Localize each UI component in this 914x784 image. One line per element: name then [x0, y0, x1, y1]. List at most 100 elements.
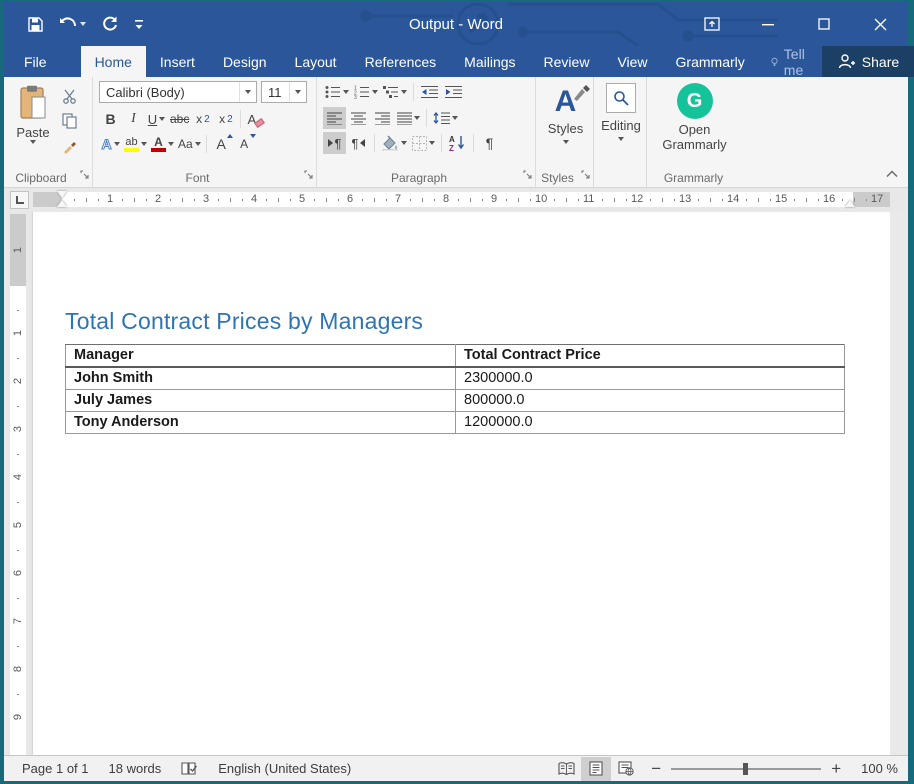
web-layout-button[interactable] [611, 757, 641, 781]
sort-button[interactable]: A Z [446, 132, 469, 154]
price-cell[interactable]: 2300000.0 [456, 367, 845, 390]
font-dialog-launcher[interactable] [304, 166, 313, 184]
font-name-dropdown-caret[interactable] [239, 82, 256, 102]
document-heading[interactable]: Total Contract Prices by Managers [65, 308, 858, 335]
font-color-dropdown-caret[interactable] [168, 142, 174, 146]
zoom-out-button[interactable]: − [651, 760, 661, 777]
styles-dialog-launcher[interactable] [581, 166, 590, 184]
change-case-button[interactable]: Aa [176, 133, 203, 155]
read-mode-button[interactable] [551, 757, 581, 781]
word-count[interactable]: 18 words [99, 761, 172, 776]
bold-button[interactable]: B [99, 108, 122, 130]
subscript-button[interactable]: x2 [191, 108, 214, 130]
table-row[interactable]: Tony Anderson 1200000.0 [66, 412, 845, 434]
open-grammarly-button[interactable]: G Open Grammarly [653, 81, 736, 167]
manager-cell[interactable]: Tony Anderson [66, 412, 456, 434]
hanging-indent-marker[interactable] [57, 200, 67, 207]
rtl-text-direction-button[interactable]: ¶ [347, 132, 370, 154]
share-button[interactable]: Share [822, 46, 914, 77]
cut-button[interactable] [58, 85, 81, 107]
minimize-button[interactable] [740, 2, 796, 46]
collapse-ribbon-button[interactable] [886, 165, 898, 183]
highlight-button[interactable]: ab [122, 133, 149, 155]
zoom-percentage[interactable]: 100 % [851, 761, 900, 776]
multilevel-dropdown-caret[interactable] [401, 90, 407, 94]
font-color-button[interactable]: A [149, 133, 176, 155]
table-header-manager[interactable]: Manager [66, 345, 456, 368]
vertical-ruler[interactable]: 1123456789 [10, 214, 26, 755]
ltr-text-direction-button[interactable]: ¶ [323, 132, 346, 154]
decrease-indent-button[interactable] [418, 81, 441, 103]
maximize-button[interactable] [796, 2, 852, 46]
language-indicator[interactable]: English (United States) [208, 761, 361, 776]
paste-button[interactable]: Paste [10, 83, 56, 155]
format-painter-button[interactable] [58, 135, 81, 157]
document-page[interactable]: Total Contract Prices by Managers Manage… [33, 212, 890, 755]
editing-button[interactable]: Editing [600, 81, 642, 167]
superscript-button[interactable]: x2 [214, 108, 237, 130]
numbering-dropdown-caret[interactable] [372, 90, 378, 94]
numbering-button[interactable]: 123 [352, 81, 380, 103]
zoom-slider-thumb[interactable] [743, 763, 748, 775]
font-size-combo[interactable]: 11 [261, 81, 307, 103]
align-center-button[interactable] [347, 107, 370, 129]
justify-button[interactable] [395, 107, 422, 129]
underline-button[interactable]: U [145, 108, 168, 130]
zoom-slider[interactable] [671, 768, 821, 770]
tab-view[interactable]: View [603, 46, 661, 77]
shading-dropdown-caret[interactable] [401, 141, 407, 145]
paste-dropdown-caret[interactable] [30, 140, 36, 144]
styles-button[interactable]: A Styles [542, 81, 589, 167]
show-formatting-marks-button[interactable]: ¶ [478, 132, 501, 154]
tab-grammarly[interactable]: Grammarly [662, 46, 759, 77]
table-row[interactable]: John Smith 2300000.0 [66, 367, 845, 390]
copy-button[interactable] [58, 110, 81, 132]
table-header-row[interactable]: Manager Total Contract Price [66, 345, 845, 368]
print-layout-button[interactable] [581, 757, 611, 781]
paragraph-dialog-launcher[interactable] [523, 166, 532, 184]
tab-references[interactable]: References [351, 46, 451, 77]
italic-button[interactable]: I [122, 108, 145, 130]
close-button[interactable] [852, 2, 908, 46]
zoom-in-button[interactable]: + [831, 760, 841, 777]
highlight-dropdown-caret[interactable] [141, 142, 147, 146]
text-effects-button[interactable]: A [99, 133, 122, 155]
bullets-dropdown-caret[interactable] [343, 90, 349, 94]
line-spacing-dropdown-caret[interactable] [452, 116, 458, 120]
styles-dropdown-caret[interactable] [563, 140, 569, 144]
table-row[interactable]: July James 800000.0 [66, 390, 845, 412]
page-indicator[interactable]: Page 1 of 1 [12, 761, 99, 776]
change-case-dropdown-caret[interactable] [195, 142, 201, 146]
tab-home[interactable]: Home [81, 46, 146, 77]
price-cell[interactable]: 1200000.0 [456, 412, 845, 434]
font-name-combo[interactable]: Calibri (Body) [99, 81, 257, 103]
tab-review[interactable]: Review [530, 46, 604, 77]
text-effects-dropdown-caret[interactable] [114, 142, 120, 146]
contract-prices-table[interactable]: Manager Total Contract Price John Smith … [65, 344, 845, 434]
increase-indent-button[interactable] [442, 81, 465, 103]
borders-dropdown-caret[interactable] [429, 141, 435, 145]
horizontal-ruler[interactable]: 1234567891011121314151617 [33, 192, 890, 207]
tab-layout[interactable]: Layout [281, 46, 351, 77]
justify-dropdown-caret[interactable] [414, 116, 420, 120]
tab-stop-selector[interactable] [10, 191, 29, 209]
multilevel-list-button[interactable] [381, 81, 409, 103]
grow-font-button[interactable]: A [210, 133, 233, 155]
align-right-button[interactable] [371, 107, 394, 129]
align-left-button[interactable] [323, 107, 346, 129]
tell-me-box[interactable]: Tell me [759, 46, 822, 77]
scrollbar-gutter[interactable] [890, 212, 908, 755]
price-cell[interactable]: 800000.0 [456, 390, 845, 412]
tab-mailings[interactable]: Mailings [450, 46, 529, 77]
clear-formatting-button[interactable]: A [244, 108, 267, 130]
tab-insert[interactable]: Insert [146, 46, 209, 77]
line-spacing-button[interactable] [431, 107, 460, 129]
clipboard-dialog-launcher[interactable] [80, 166, 89, 184]
bullets-button[interactable] [323, 81, 351, 103]
tab-file[interactable]: File [4, 46, 67, 77]
editing-dropdown-caret[interactable] [618, 137, 624, 141]
underline-dropdown-caret[interactable] [159, 117, 165, 121]
shading-button[interactable] [379, 132, 409, 154]
table-header-price[interactable]: Total Contract Price [456, 345, 845, 368]
first-line-indent-marker[interactable] [57, 191, 67, 198]
